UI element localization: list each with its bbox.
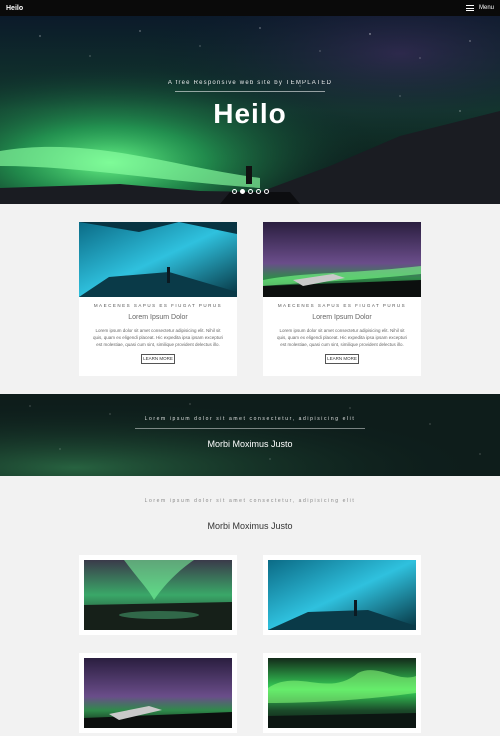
hero-divider — [175, 91, 325, 92]
slider-dot[interactable] — [231, 189, 237, 194]
slider-dot-active[interactable] — [239, 189, 245, 194]
card-body: Lorem ipsum dolor sit amet consectetur a… — [92, 328, 224, 347]
menu-label: Menu — [478, 5, 494, 11]
slider-dot[interactable] — [263, 189, 269, 194]
gallery-item-3[interactable] — [79, 653, 237, 733]
card-title: Lorem Ipsum Dolor — [128, 314, 188, 321]
slider-dot[interactable] — [247, 189, 253, 194]
gallery-title: Morbi Moximus Justo — [207, 521, 293, 531]
gallery-image — [268, 658, 416, 728]
card-body: Lorem ipsum dolor sit amet consectetur a… — [276, 328, 408, 347]
content-card-1: MAECENES SAPUS ES FIUGAT PURUS Lorem Ips… — [79, 222, 237, 376]
gallery-image — [84, 560, 232, 630]
quote-banner: Lorem ipsum dolor sit amet consectetur, … — [0, 394, 500, 476]
gallery-header: Lorem ipsum dolor sit amet consectetur, … — [0, 498, 500, 531]
slider-dot[interactable] — [255, 189, 261, 194]
slider-dots — [0, 189, 500, 194]
menu-button[interactable]: Menu — [465, 5, 494, 11]
hero-title: Heilo — [213, 98, 287, 129]
site-logo[interactable]: Heilo — [6, 5, 23, 12]
card-tag: MAECENES SAPUS ES FIUGAT PURUS — [277, 303, 407, 308]
site-header: Heilo Menu — [0, 0, 500, 16]
banner-title: Morbi Moximus Justo — [207, 439, 293, 449]
card-image — [263, 222, 421, 297]
banner-subtitle: Lorem ipsum dolor sit amet consectetur, … — [144, 416, 356, 422]
card-tag: MAECENES SAPUS ES FIUGAT PURUS — [93, 303, 223, 308]
hamburger-icon — [465, 5, 474, 11]
banner-content: Lorem ipsum dolor sit amet consectetur, … — [0, 416, 500, 449]
hero-banner: A free Responsive web site by TEMPLATED … — [0, 16, 500, 204]
gallery-item-2[interactable] — [263, 555, 421, 635]
gallery-image — [84, 658, 232, 728]
hero-content: A free Responsive web site by TEMPLATED … — [0, 80, 500, 130]
content-card-2: MAECENES SAPUS ES FIUGAT PURUS Lorem Ips… — [263, 222, 421, 376]
card-image — [79, 222, 237, 297]
gallery-item-4[interactable] — [263, 653, 421, 733]
learn-more-button[interactable]: LEARN MORE — [325, 354, 359, 364]
learn-more-button[interactable]: LEARN MORE — [141, 354, 175, 364]
card-title: Lorem Ipsum Dolor — [312, 314, 372, 321]
gallery-item-1[interactable] — [79, 555, 237, 635]
gallery-subtitle: Lorem ipsum dolor sit amet consectetur, … — [144, 498, 356, 504]
banner-divider — [135, 428, 365, 429]
hero-subtitle: A free Responsive web site by TEMPLATED — [167, 80, 333, 86]
gallery-image — [268, 560, 416, 630]
